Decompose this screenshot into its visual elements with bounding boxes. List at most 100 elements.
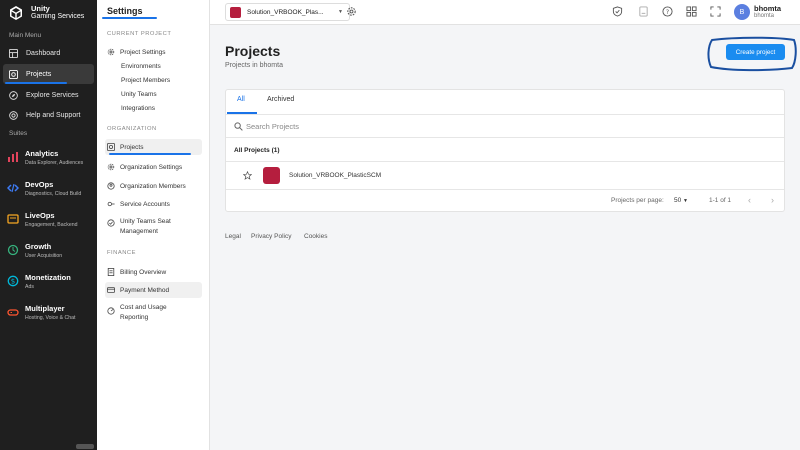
page-size-value: 50 xyxy=(674,197,682,204)
settings-title: Settings xyxy=(107,6,143,16)
settings-panel: Settings CURRENT PROJECT Project Setting… xyxy=(97,0,210,450)
cookies-link[interactable]: Cookies xyxy=(304,233,327,240)
star-icon[interactable] xyxy=(243,171,252,180)
notes-icon[interactable] xyxy=(638,6,649,17)
divider xyxy=(226,114,784,115)
suite-monetization[interactable]: $ Monetization Ads xyxy=(7,273,97,290)
cost-usage-link[interactable]: Cost and Usage Reporting xyxy=(105,303,202,325)
fullscreen-icon[interactable] xyxy=(710,6,721,17)
billing-overview-link[interactable]: Billing Overview xyxy=(105,266,202,278)
link-label: Projects xyxy=(120,143,144,151)
grid-icon[interactable] xyxy=(686,6,697,17)
user-name[interactable]: bhomta xyxy=(754,4,781,13)
monetization-icon: $ xyxy=(7,275,19,287)
suite-title: Monetization xyxy=(25,273,71,282)
nav-label: Dashboard xyxy=(26,49,61,57)
growth-icon xyxy=(7,244,19,256)
chevron-right-icon[interactable]: › xyxy=(771,195,774,205)
tab-archived[interactable]: Archived xyxy=(267,96,294,103)
org-settings-link[interactable]: Organization Settings xyxy=(105,161,202,173)
help-icon[interactable]: ? xyxy=(662,6,673,17)
annotation-circle xyxy=(707,36,797,72)
suite-title: Multiplayer xyxy=(25,304,65,313)
page-subtitle: Projects in bhomta xyxy=(225,62,283,69)
nav-item-projects[interactable]: Projects xyxy=(3,64,94,84)
environments-link[interactable]: Environments xyxy=(121,63,161,70)
suite-growth[interactable]: Growth User Acquisition xyxy=(7,242,97,259)
suite-multiplayer[interactable]: Multiplayer Hosting, Voice & Chat xyxy=(7,304,97,321)
legal-link[interactable]: Legal xyxy=(225,233,241,240)
suite-title: LiveOps xyxy=(25,211,55,220)
annotation-underline xyxy=(109,153,191,155)
privacy-policy-link[interactable]: Privacy Policy xyxy=(251,233,291,240)
project-selector[interactable]: Solution_VRBOOK_Plas... ▼ xyxy=(225,3,350,21)
unity-logo[interactable]: Unity Gaming Services xyxy=(8,5,84,21)
avatar[interactable]: B xyxy=(734,4,750,20)
suite-subtitle: Ads xyxy=(25,284,34,290)
link-label: Organization Settings xyxy=(120,163,183,171)
page-title: Projects xyxy=(225,43,281,59)
unity-teams-link[interactable]: Unity Teams xyxy=(121,91,157,98)
chevron-left-icon[interactable]: ‹ xyxy=(748,195,751,205)
devops-icon xyxy=(7,183,19,193)
all-projects-heading: All Projects (1) xyxy=(234,147,280,154)
project-members-link[interactable]: Project Members xyxy=(121,77,170,84)
gear-icon xyxy=(107,163,115,171)
projects-icon xyxy=(107,143,115,151)
organization-label: ORGANIZATION xyxy=(107,126,157,132)
projects-icon xyxy=(8,69,18,79)
nav-label: Explore Services xyxy=(26,91,79,99)
link-label: Organization Members xyxy=(120,182,186,190)
main-nav: Unity Gaming Services Main Menu Dashboar… xyxy=(0,0,97,450)
suite-analytics[interactable]: Analytics Data Explorer, Audiences xyxy=(7,149,97,166)
suite-subtitle: Engagement, Backend xyxy=(25,222,78,228)
nav-scrollbar[interactable] xyxy=(76,444,94,449)
annotation-underline xyxy=(5,82,67,84)
people-icon xyxy=(107,182,115,190)
integrations-link[interactable]: Integrations xyxy=(121,105,155,112)
project-selector-label: Solution_VRBOOK_Plas... xyxy=(247,8,324,16)
key-icon xyxy=(107,201,115,207)
top-bar: Solution_VRBOOK_Plas... ▼ ? B bhomta bho… xyxy=(210,0,800,25)
svg-text:$: $ xyxy=(11,278,15,286)
dashboard-icon xyxy=(8,48,18,58)
suite-devops[interactable]: DevOps Diagnostics, Cloud Build xyxy=(7,180,97,197)
suite-subtitle: User Acquisition xyxy=(25,253,63,259)
shield-icon[interactable] xyxy=(612,6,623,17)
page-size-select[interactable]: 50 ▼ xyxy=(674,197,688,204)
nav-label: Help and Support xyxy=(26,111,81,119)
link-label: Service Accounts xyxy=(120,200,170,208)
suite-title: Analytics xyxy=(25,149,59,158)
current-project-label: CURRENT PROJECT xyxy=(107,31,172,37)
finance-label: FINANCE xyxy=(107,250,136,256)
suite-liveops[interactable]: LiveOps Engagement, Backend xyxy=(7,211,97,228)
chevron-down-icon: ▼ xyxy=(683,198,688,204)
link-label: Management xyxy=(120,228,158,235)
org-members-link[interactable]: Organization Members xyxy=(105,180,202,192)
suite-subtitle: Data Explorer, Audiences xyxy=(25,160,84,166)
tab-all[interactable]: All xyxy=(237,96,245,103)
nav-item-explore-services[interactable]: Explore Services xyxy=(3,85,94,105)
divider xyxy=(226,189,784,190)
search-input[interactable] xyxy=(246,118,546,134)
project-name[interactable]: Solution_VRBOOK_PlasticSCM xyxy=(289,172,381,179)
table-row[interactable]: Solution_VRBOOK_PlasticSCM xyxy=(226,162,784,189)
pager-label: Projects per page: xyxy=(611,197,664,204)
service-accounts-link[interactable]: Service Accounts xyxy=(105,198,202,210)
suite-subtitle: Hosting, Voice & Chat xyxy=(25,315,76,321)
document-icon xyxy=(107,268,115,276)
seat-icon xyxy=(107,219,115,227)
project-settings-link[interactable]: Project Settings xyxy=(105,46,202,58)
suite-title: DevOps xyxy=(25,180,54,189)
gauge-icon xyxy=(107,307,115,315)
nav-item-dashboard[interactable]: Dashboard xyxy=(3,43,94,63)
explore-icon xyxy=(8,90,18,100)
analytics-icon xyxy=(8,152,18,162)
teams-seat-link[interactable]: Unity Teams Seat Management xyxy=(105,217,202,239)
divider xyxy=(226,137,784,138)
gear-icon[interactable] xyxy=(346,6,357,17)
payment-method-link[interactable]: Payment Method xyxy=(105,282,202,298)
project-avatar xyxy=(263,167,280,184)
nav-item-help-support[interactable]: Help and Support xyxy=(3,105,94,125)
main-menu-label: Main Menu xyxy=(9,32,42,39)
